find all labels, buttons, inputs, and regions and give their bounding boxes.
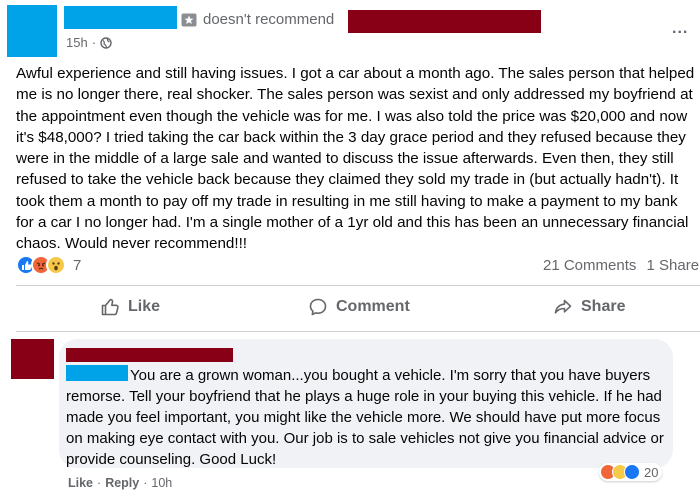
commenter-name-redacted[interactable] (66, 348, 233, 362)
dot-separator: · (143, 476, 148, 490)
dot-separator: · (91, 35, 97, 50)
dot-separator: · (97, 476, 102, 490)
reaction-count[interactable]: 7 (73, 257, 81, 274)
commenter-tag-redacted[interactable] (66, 365, 128, 381)
recommendation-status: doesn't recommend (203, 11, 335, 28)
comment-button[interactable]: Comment (308, 297, 410, 317)
comment-label: Comment (336, 298, 410, 315)
comment-time[interactable]: 10h (151, 476, 172, 490)
shares-count[interactable]: 1 Share (647, 257, 700, 274)
post-timestamp[interactable]: 15h · (66, 35, 112, 50)
comment-reaction-count: 20 (644, 464, 659, 480)
reactions-summary[interactable]: 7 (16, 255, 81, 275)
post-body: Awful experience and still having issues… (16, 65, 695, 253)
comment-like-link[interactable]: Like (68, 476, 93, 490)
like-button[interactable]: Like (100, 297, 160, 317)
comment-reactions[interactable]: 20 (599, 463, 663, 481)
author-name-redacted[interactable] (64, 6, 177, 29)
comment-actions: Like · Reply · 10h (68, 476, 172, 490)
post-time[interactable]: 15h (66, 35, 88, 50)
recommendation-icon (181, 13, 197, 27)
globe-icon (100, 36, 112, 49)
share-label: Share (581, 298, 626, 315)
share-arrow-icon (554, 299, 572, 314)
thumbs-up-icon (101, 298, 119, 316)
share-button[interactable]: Share (553, 297, 625, 317)
comment-text: You are a grown woman...you bought a veh… (66, 367, 664, 469)
like-icon (624, 464, 640, 480)
comment-reply-link[interactable]: Reply (105, 476, 139, 490)
comment-bubble-icon (309, 298, 327, 316)
commenter-avatar[interactable] (11, 339, 54, 379)
like-label: Like (128, 298, 161, 315)
wow-icon (46, 255, 66, 275)
more-options-icon[interactable]: ... (672, 20, 688, 38)
divider (16, 285, 700, 286)
author-avatar[interactable] (7, 5, 57, 57)
divider (16, 331, 700, 332)
comments-count[interactable]: 21 Comments (543, 257, 636, 274)
page-name-redacted[interactable] (348, 10, 541, 33)
engagement-counts: 21 Comments 1 Share (543, 257, 700, 274)
